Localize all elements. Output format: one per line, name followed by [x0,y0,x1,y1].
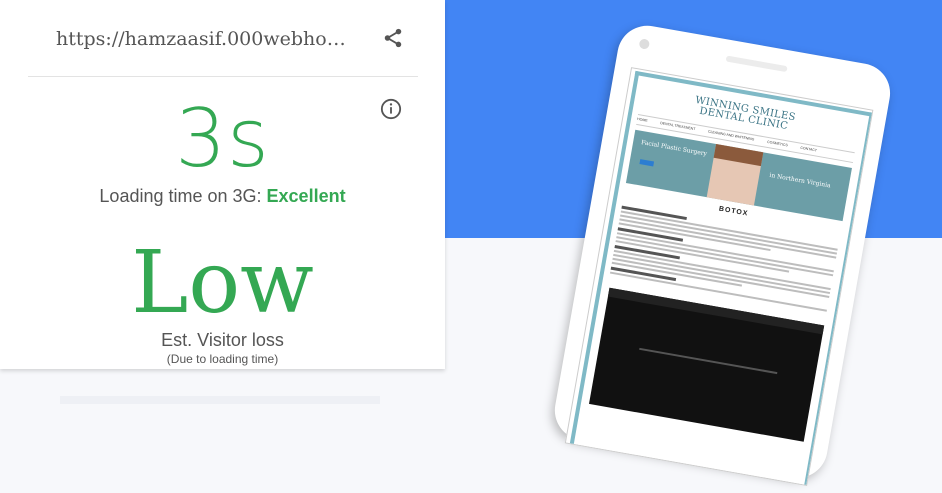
hero-text-right: in Northern Virginia [768,171,832,190]
site-nav-item: HOME [636,116,648,123]
site-nav-item: CONTACT [800,145,818,153]
phone-speaker [725,55,788,73]
hero-text-left: Facial Plastic Surgery [640,139,708,158]
loading-time-label: Loading time on 3G: [99,186,267,206]
video-caption [639,347,778,375]
share-icon[interactable] [382,27,404,49]
site-hero: Facial Plastic Surgery in Northern Virgi… [625,129,852,222]
visitor-loss-value: Low [131,233,314,333]
speed-report-card: https://hamzaasif.000webho… 3s Loading t… [0,0,445,369]
loading-time-rating: Excellent [266,186,346,206]
divider [28,76,418,77]
hero-button [639,159,655,167]
hero-face-image [706,144,764,206]
site-nav-item: DENTAL TREATMENT [659,121,696,132]
site-nav-item: CLEANING AND WHITENING [707,129,755,142]
visitor-loss-label: Est. Visitor loss [161,330,284,350]
phone-screen: WINNING SMILES DENTAL CLINIC HOME DENTAL… [564,67,874,487]
site-nav-item: COSMETICS [766,139,789,148]
tested-url: https://hamzaasif.000webho… [56,28,346,50]
phone-camera [638,38,651,50]
site-preview: WINNING SMILES DENTAL CLINIC HOME DENTAL… [569,70,874,487]
site-video-embed [588,287,825,442]
loading-time-summary: Loading time on 3G: Excellent [0,186,445,207]
visitor-loss-note: (Due to loading time) [166,352,279,366]
bottom-shadow [60,396,380,404]
load-time-value: 3s [175,92,270,185]
